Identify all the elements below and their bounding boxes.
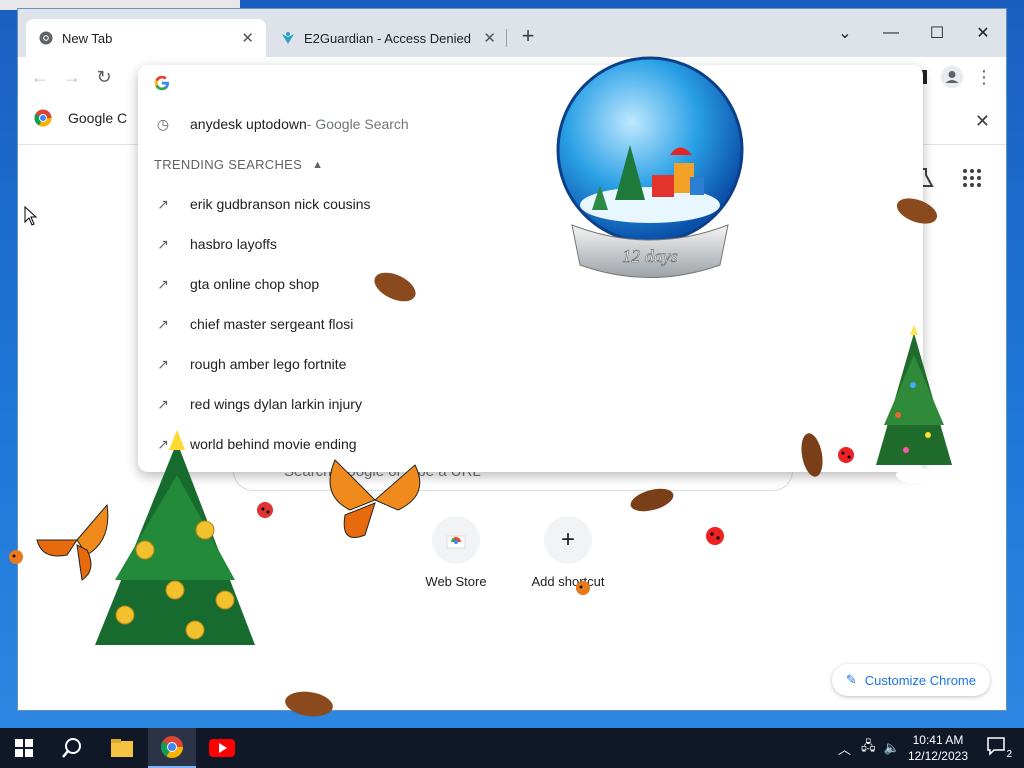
trending-arrow-icon: ↗ <box>157 275 169 292</box>
close-info-bar-icon[interactable]: ✕ <box>975 111 990 132</box>
back-button[interactable]: ← <box>26 63 54 91</box>
google-g-icon <box>154 75 169 91</box>
trending-item[interactable]: ↗ world behind movie ending <box>138 424 923 464</box>
clock[interactable]: 10:41 AM 12/12/2023 <box>908 732 968 764</box>
taskbar: ︿ 🖧 🔈 10:41 AM 12/12/2023 2 <box>0 728 1024 768</box>
forward-button[interactable]: → <box>58 63 86 91</box>
trending-header[interactable]: TRENDING SEARCHES ▲ <box>154 157 323 172</box>
history-query: anydesk uptodown <box>190 116 307 132</box>
close-tab-icon[interactable]: ✕ <box>241 29 254 47</box>
chrome-window: New Tab ✕ E2Guardian - Access Denied ✕ +… <box>17 8 1007 711</box>
clock-icon: ◷ <box>156 115 170 132</box>
tab-search-icon[interactable]: ⌄ <box>822 17 868 49</box>
maximize-button[interactable]: ☐ <box>914 17 960 49</box>
tab-strip: New Tab ✕ E2Guardian - Access Denied ✕ +… <box>18 9 1006 57</box>
file-explorer-icon[interactable] <box>98 728 146 768</box>
notification-icon <box>987 737 1005 756</box>
google-apps-icon[interactable] <box>960 166 984 190</box>
web-store-icon <box>432 516 480 564</box>
trending-item[interactable]: ↗ gta online chop shop <box>138 264 923 304</box>
tab-title: E2Guardian - Access Denied <box>304 30 471 46</box>
trending-item[interactable]: ↗ rough amber lego fortnite <box>138 344 923 384</box>
chrome-taskbar-icon[interactable] <box>148 728 196 768</box>
chevron-up-icon[interactable]: ︿ <box>838 739 851 758</box>
trending-arrow-icon: ↗ <box>157 195 169 212</box>
chrome-icon <box>38 30 54 46</box>
trending-arrow-icon: ↗ <box>157 315 169 332</box>
trending-arrow-icon: ↗ <box>157 435 169 452</box>
trending-header-label: TRENDING SEARCHES <box>154 157 303 172</box>
volume-muted-icon[interactable]: 🔈 <box>884 740 900 756</box>
omnibox-dropdown: ◷ anydesk uptodown - Google Search TREND… <box>138 65 923 472</box>
profile-avatar[interactable] <box>938 63 966 91</box>
trending-item[interactable]: ↗ chief master sergeant flosi <box>138 304 923 344</box>
close-window-button[interactable]: ✕ <box>960 17 1006 49</box>
trending-arrow-icon: ↗ <box>157 235 169 252</box>
info-bar-item[interactable]: Google C <box>34 109 127 127</box>
history-suggestion[interactable]: ◷ anydesk uptodown - Google Search <box>138 104 923 144</box>
tab-separator <box>506 29 507 47</box>
notification-center-button[interactable]: 2 <box>986 736 1012 760</box>
omnibox-input[interactable] <box>154 75 170 91</box>
start-button[interactable] <box>0 728 48 768</box>
close-tab-icon[interactable]: ✕ <box>483 29 496 47</box>
tab-e2guardian[interactable]: E2Guardian - Access Denied ✕ <box>268 19 508 57</box>
search-icon[interactable] <box>48 728 96 768</box>
chevron-up-icon: ▲ <box>312 158 324 171</box>
network-icon[interactable]: 🖧 <box>861 737 876 759</box>
plus-icon: + <box>544 516 592 564</box>
customize-chrome-button[interactable]: ✎ Customize Chrome <box>831 664 990 696</box>
shortcut-label: Web Store <box>425 574 487 589</box>
windows-logo-icon <box>15 739 33 757</box>
minimize-button[interactable]: — <box>868 17 914 49</box>
trending-text: chief master sergeant flosi <box>190 316 354 332</box>
trending-text: hasbro layoffs <box>190 236 277 252</box>
shortcut-web-store[interactable]: Web Store <box>406 516 506 589</box>
trending-text: red wings dylan larkin injury <box>190 396 362 412</box>
tab-title: New Tab <box>62 30 113 46</box>
shortcut-add[interactable]: + Add shortcut <box>518 516 618 589</box>
clock-date: 12/12/2023 <box>907 749 968 763</box>
notification-count: 2 <box>1006 749 1012 760</box>
shortcut-label: Add shortcut <box>531 574 605 589</box>
pencil-icon: ✎ <box>845 672 857 687</box>
reload-button[interactable]: ↻ <box>90 63 118 91</box>
e2guardian-icon <box>280 30 296 46</box>
trending-text: world behind movie ending <box>190 436 357 452</box>
clock-time: 10:41 AM <box>912 733 964 747</box>
chrome-logo-icon <box>34 109 52 127</box>
system-tray: ︿ 🖧 🔈 <box>838 728 900 768</box>
trending-arrow-icon: ↗ <box>157 355 169 372</box>
trending-item[interactable]: ↗ red wings dylan larkin injury <box>138 384 923 424</box>
customize-label: Customize Chrome <box>864 672 976 688</box>
youtube-icon[interactable] <box>198 728 246 768</box>
trending-text: gta online chop shop <box>190 276 320 292</box>
trending-arrow-icon: ↗ <box>157 395 169 412</box>
info-bar-label: Google C <box>68 110 128 126</box>
menu-icon[interactable]: ⋮ <box>970 63 998 91</box>
trending-item[interactable]: ↗ erik gudbranson nick cousins <box>138 184 923 224</box>
trending-text: erik gudbranson nick cousins <box>190 196 371 212</box>
trending-item[interactable]: ↗ hasbro layoffs <box>138 224 923 264</box>
history-suffix: - Google Search <box>306 116 409 132</box>
new-tab-button[interactable]: + <box>516 25 540 49</box>
tab-new-tab[interactable]: New Tab ✕ <box>26 19 266 57</box>
trending-text: rough amber lego fortnite <box>190 356 347 372</box>
